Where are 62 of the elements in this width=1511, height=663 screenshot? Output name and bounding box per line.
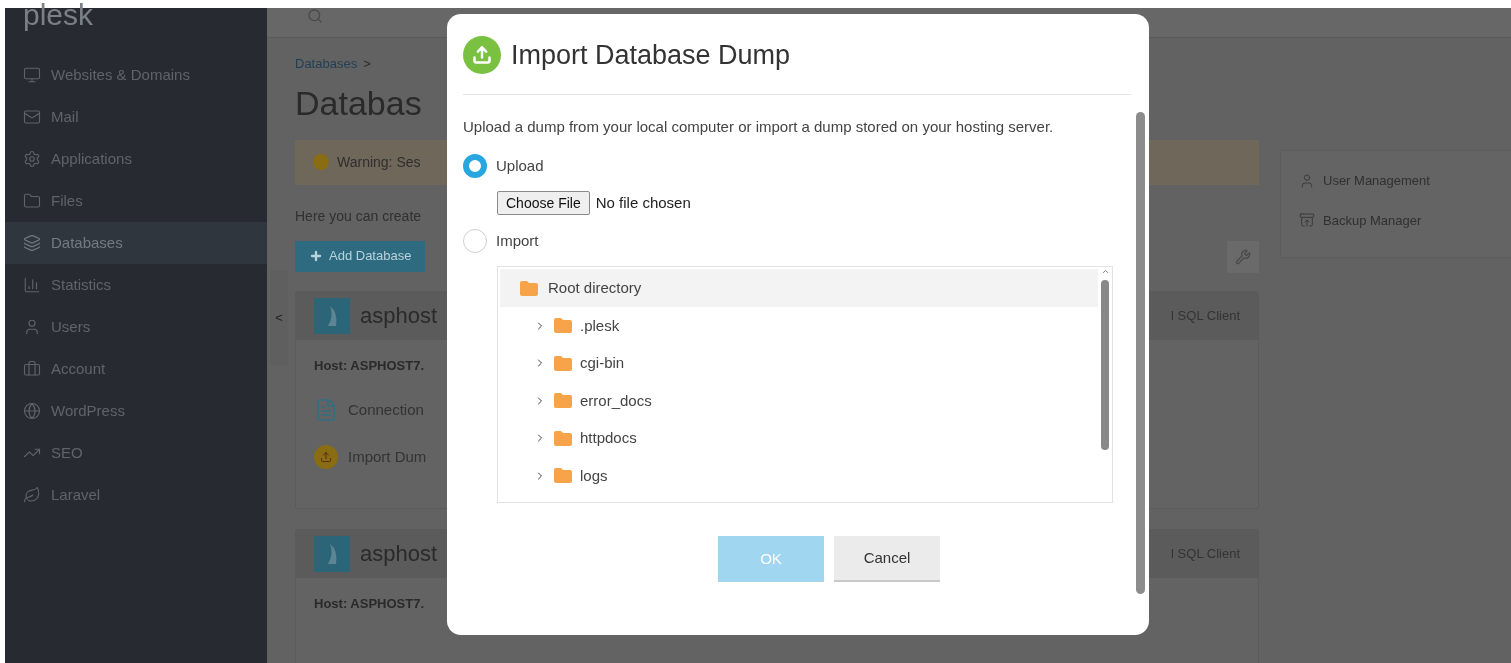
radio-button[interactable] [463, 154, 487, 178]
settings-button[interactable] [1227, 240, 1259, 273]
sidebar-item[interactable]: Account [5, 348, 267, 390]
wrench-icon [1235, 248, 1251, 265]
globe-icon [23, 402, 41, 420]
breadcrumb-link[interactable]: Databases [295, 54, 358, 74]
folder-icon [554, 393, 572, 409]
dialog-description: Upload a dump from your local computer or import a dump stored on your hosting server. [463, 117, 1055, 137]
host-text: Host: ASPHOST7. [313, 356, 426, 375]
upload-icon [314, 445, 338, 469]
radio-label: Import [496, 230, 539, 251]
user-icon [1299, 172, 1315, 189]
archive-icon [1299, 212, 1315, 229]
sidebar-item[interactable]: SEO [5, 432, 267, 474]
sidebar-item[interactable]: Websites & Domains [5, 54, 267, 96]
tree-row[interactable]: error_docs [500, 382, 1098, 420]
add-database-button[interactable]: Add Database [295, 240, 426, 272]
warning-text: Warning: Ses [337, 152, 421, 172]
plus-icon [309, 249, 323, 263]
dialog-title: Import Database Dump [511, 38, 791, 72]
layers-icon [23, 234, 41, 252]
tree-row[interactable]: cgi-bin [500, 344, 1098, 382]
host-text: Host: ASPHOST7. [313, 594, 426, 613]
sidebar-item[interactable]: Users [5, 306, 267, 348]
leaf-icon [23, 486, 41, 504]
tree-row[interactable]: logs [500, 457, 1098, 495]
folder-icon [23, 192, 41, 210]
cancel-button[interactable]: Cancel [834, 536, 940, 582]
file-status: No file chosen [595, 192, 691, 213]
sidebar-item[interactable]: Files [5, 180, 267, 222]
bar-chart-icon [23, 276, 41, 294]
choose-file-button[interactable]: Choose File [497, 191, 590, 215]
warning-icon [313, 154, 329, 170]
sidebar-item[interactable]: Databases [5, 222, 267, 264]
user-icon [23, 318, 41, 336]
folder-icon [554, 318, 572, 334]
upload-icon [463, 36, 501, 74]
page-title: Databas [295, 82, 422, 123]
document-icon [314, 397, 338, 423]
radio-label: Upload [496, 155, 544, 176]
sidebar-item[interactable]: Applications [5, 138, 267, 180]
database-logo-icon [314, 535, 350, 572]
folder-icon [554, 430, 572, 446]
breadcrumb-separator: > [363, 55, 371, 73]
mail-icon [23, 108, 41, 126]
folder-icon [554, 355, 572, 371]
folder-icon [520, 280, 538, 296]
monitor-icon [23, 66, 41, 84]
tree-row[interactable]: Root directory [500, 269, 1098, 307]
radio-button[interactable] [463, 229, 487, 253]
briefcase-icon [23, 360, 41, 378]
sidebar-item[interactable]: Laravel [5, 474, 267, 516]
sidebar-item[interactable]: Mail [5, 96, 267, 138]
sidebar-item[interactable]: Statistics [5, 264, 267, 306]
scroll-up-icon[interactable] [1100, 267, 1110, 276]
tree-row[interactable]: httpdocs [500, 419, 1098, 457]
search-icon [307, 7, 323, 24]
tree-row[interactable]: .plesk [500, 307, 1098, 345]
gear-icon [23, 150, 41, 168]
folder-icon [554, 468, 572, 484]
sidebar-item[interactable]: WordPress [5, 390, 267, 432]
database-logo-icon [314, 297, 350, 334]
